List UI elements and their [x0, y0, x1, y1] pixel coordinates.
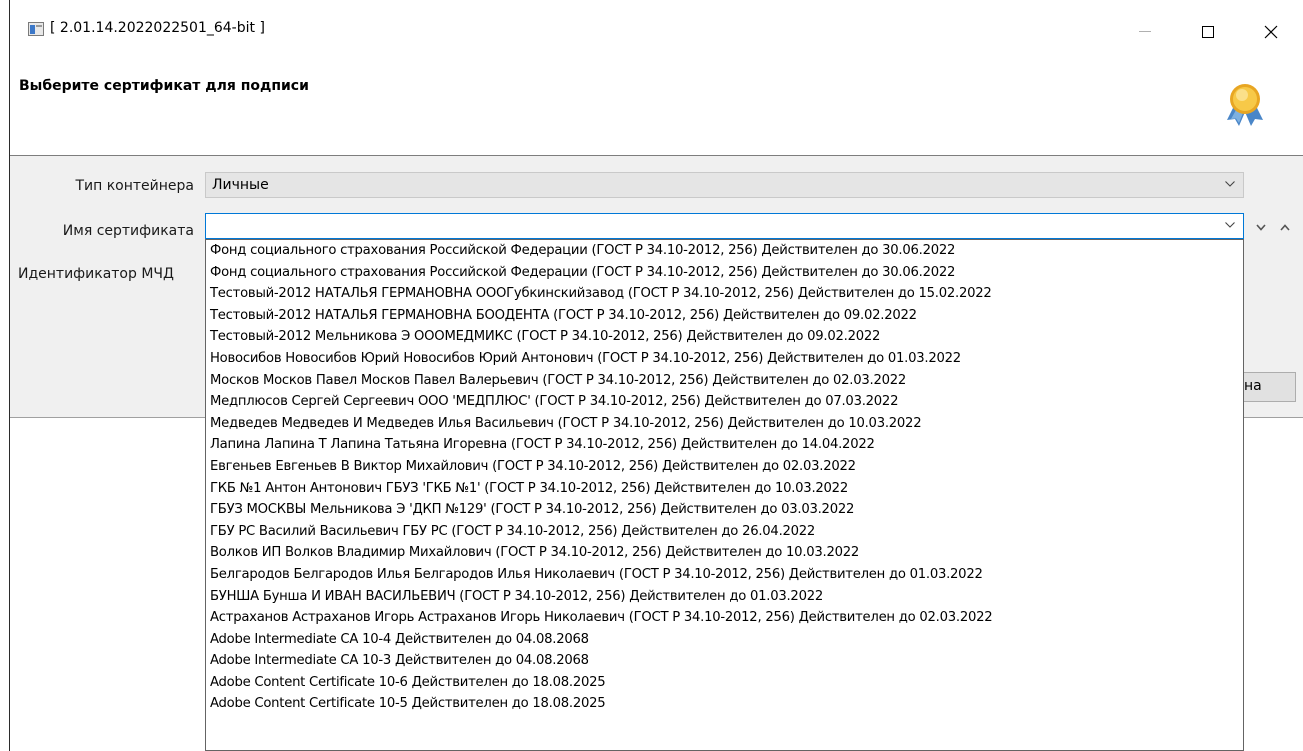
container-type-value: Личные	[212, 177, 269, 193]
list-item[interactable]: Тестовый-2012 Мельникова Э ОООМЕДМИКС (Г…	[206, 326, 1243, 348]
list-item[interactable]: Белгародов Белгародов Илья Белгародов Ил…	[206, 564, 1243, 586]
chevron-down-icon	[1225, 222, 1235, 228]
window-title: [ 2.01.14.2022022501_64-bit ]	[50, 20, 265, 36]
list-item[interactable]: Adobe Intermediate CA 10-4 Действителен …	[206, 629, 1243, 651]
container-type-select[interactable]: Личные	[205, 172, 1244, 198]
maximize-button[interactable]	[1185, 12, 1231, 52]
cancel-button-label: на	[1244, 378, 1262, 394]
list-item[interactable]: Новосибов Новосибов Юрий Новосибов Юрий …	[206, 348, 1243, 370]
container-type-label: Тип контейнера	[75, 178, 194, 194]
list-item[interactable]: ГКБ №1 Антон Антонович ГБУЗ 'ГКБ №1' (ГО…	[206, 478, 1243, 500]
scroll-up-chevron-icon[interactable]	[1280, 224, 1290, 231]
list-item[interactable]: Медведев Медведев И Медведев Илья Василь…	[206, 413, 1243, 435]
list-item[interactable]: ГБУ РС Василий Васильевич ГБУ РС (ГОСТ Р…	[206, 521, 1243, 543]
list-item[interactable]: Adobe Content Certificate 10-6 Действите…	[206, 672, 1243, 694]
list-item[interactable]: Москов Москов Павел Москов Павел Валерье…	[206, 370, 1243, 392]
dialog-header-title: Выберите сертификат для подписи	[19, 78, 309, 94]
list-item[interactable]: Астраханов Астраханов Игорь Астраханов И…	[206, 607, 1243, 629]
cancel-button[interactable]: на	[1243, 372, 1296, 402]
certificate-dialog-window: [ 2.01.14.2022022501_64-bit ] Выберите с…	[9, 0, 1303, 751]
list-item[interactable]: Евгеньев Евгеньев В Виктор Михайлович (Г…	[206, 456, 1243, 478]
app-window-icon	[28, 22, 44, 36]
scroll-down-chevron-icon[interactable]	[1256, 224, 1266, 231]
chevron-down-icon	[1225, 181, 1235, 187]
award-ribbon-icon	[1227, 84, 1263, 126]
minimize-button[interactable]	[1122, 12, 1168, 52]
list-item[interactable]: Волков ИП Волков Владимир Михайлович (ГО…	[206, 542, 1243, 564]
minimize-icon	[1139, 31, 1151, 32]
close-button[interactable]	[1248, 12, 1294, 52]
title-bar[interactable]: [ 2.01.14.2022022501_64-bit ]	[10, 0, 1303, 64]
list-item[interactable]: Фонд социального страхования Российской …	[206, 262, 1243, 284]
list-item[interactable]: Adobe Intermediate CA 10-3 Действителен …	[206, 650, 1243, 672]
certificate-name-select[interactable]	[205, 213, 1244, 239]
list-item[interactable]: Медплюсов Сергей Сергеевич ООО 'МЕДПЛЮС'…	[206, 391, 1243, 413]
list-item[interactable]: Тестовый-2012 НАТАЛЬЯ ГЕРМАНОВНА ОООГубк…	[206, 283, 1243, 305]
list-item[interactable]: Тестовый-2012 НАТАЛЬЯ ГЕРМАНОВНА БООДЕНТ…	[206, 305, 1243, 327]
list-item[interactable]: Лапина Лапина Т Лапина Татьяна Игоревна …	[206, 434, 1243, 456]
mchd-identifier-label: Идентификатор МЧД	[18, 266, 174, 282]
certificate-dropdown-list[interactable]: Фонд социального страхования Российской …	[205, 239, 1244, 751]
list-item[interactable]: ГБУЗ МОСКВЫ Мельникова Э 'ДКП №129' (ГОС…	[206, 499, 1243, 521]
list-item[interactable]: Adobe Content Certificate 10-5 Действите…	[206, 693, 1243, 715]
list-item[interactable]: Фонд социального страхования Российской …	[206, 240, 1243, 262]
maximize-icon	[1202, 26, 1214, 38]
close-icon	[1264, 25, 1278, 39]
certificate-name-label: Имя сертификата	[62, 223, 194, 239]
list-item[interactable]: БУНША Бунша И ИВАН ВАСИЛЬЕВИЧ (ГОСТ Р 34…	[206, 586, 1243, 608]
